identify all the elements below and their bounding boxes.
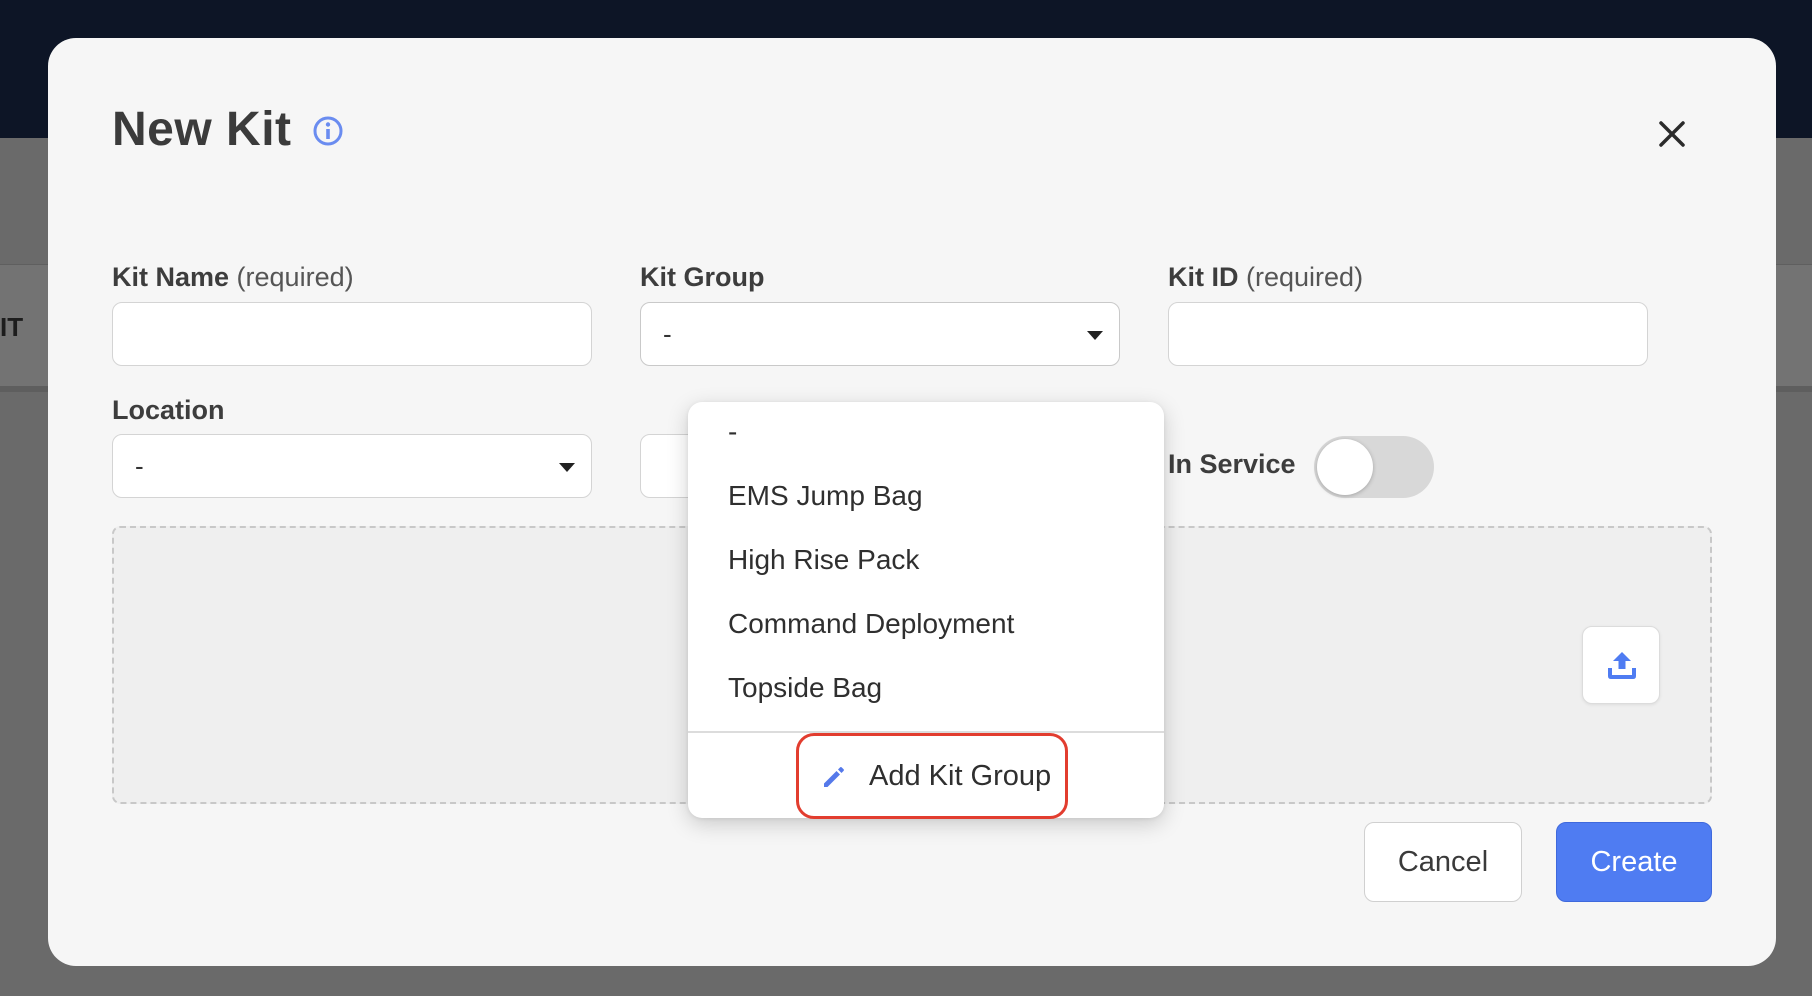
create-button[interactable]: Create [1556,822,1712,902]
in-service-label: In Service [1168,449,1296,479]
kit-group-dropdown: - EMS Jump Bag High Rise Pack Command De… [688,402,1164,819]
kit-id-input[interactable] [1168,302,1648,366]
kit-name-input[interactable] [112,302,592,366]
pencil-icon [824,767,844,787]
info-icon[interactable] [312,115,344,147]
cancel-button[interactable]: Cancel [1364,822,1522,902]
close-icon[interactable] [1654,116,1690,152]
dropdown-option[interactable]: Topside Bag [728,672,882,704]
upload-icon [1608,652,1636,679]
app-partial-text: IT [0,312,24,342]
chevron-down-icon [1087,331,1103,340]
kit-group-select[interactable]: - [640,302,1120,366]
location-select[interactable]: - [112,434,592,498]
kit-group-label: Kit Group [640,262,765,292]
dropdown-option[interactable]: Command Deployment [728,608,1014,640]
add-kit-group-label: Add Kit Group [869,760,1052,792]
add-kit-group-button[interactable]: Add Kit Group [796,733,1068,819]
in-service-toggle[interactable] [1314,436,1434,498]
kit-group-selected-value: - [663,319,672,349]
kit-name-label: Kit Name (required) [112,262,354,292]
upload-button[interactable] [1582,626,1660,704]
kit-id-label: Kit ID (required) [1168,262,1364,292]
dropdown-option[interactable]: - [728,416,737,448]
dropdown-option[interactable]: EMS Jump Bag [728,480,923,512]
location-selected-value: - [135,451,144,481]
dropdown-option[interactable]: High Rise Pack [728,544,919,576]
modal-title: New Kit [112,103,292,156]
new-kit-modal: New Kit Kit Name (required) Kit Group - … [48,38,1776,966]
toggle-knob [1317,439,1373,495]
location-label: Location [112,395,225,425]
chevron-down-icon [559,463,575,472]
